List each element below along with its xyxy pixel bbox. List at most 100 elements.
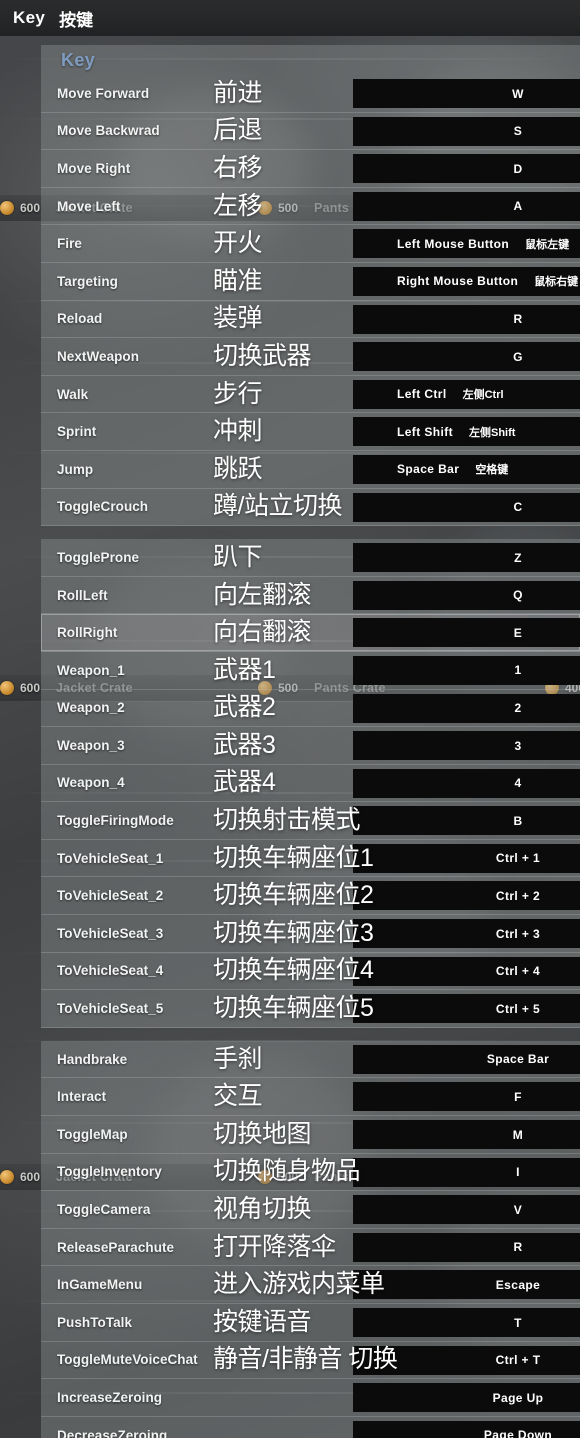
keybinding-row[interactable]: Interact 交互 F [41, 1078, 580, 1117]
key-binding-button[interactable]: T [353, 1308, 580, 1337]
keybinding-row[interactable]: ToggleMuteVoiceChat 静音/非静音 切换 Ctrl + T [41, 1341, 580, 1380]
key-binding-button[interactable]: 2 [353, 693, 580, 723]
key-label-en: Left Shift [397, 424, 453, 439]
keybinding-row[interactable]: ToggleCrouch 蹲/站立切换 C [41, 488, 580, 527]
action-name-cn: 武器1 [213, 655, 276, 684]
keybinding-row[interactable]: Jump 跳跃 Space Bar 空格键 [41, 450, 580, 489]
key-binding-button[interactable]: 1 [353, 655, 580, 685]
action-name-en: Interact [57, 1089, 107, 1105]
key-binding-button[interactable]: Z [353, 543, 580, 573]
action-name-cn: 武器4 [213, 768, 276, 797]
keybinding-row[interactable]: Move Backwrad 后退 S [41, 112, 580, 151]
key-binding-button[interactable]: 4 [353, 768, 580, 798]
action-name-cn: 静音/非静音 切换 [213, 1345, 398, 1374]
keybinding-row[interactable]: Weapon_4 武器4 4 [41, 764, 580, 803]
keybinding-row[interactable]: Weapon_1 武器1 1 [41, 651, 580, 690]
keybinding-row[interactable]: DecreaseZeroing Page Down [41, 1416, 580, 1438]
key-binding-button[interactable]: Ctrl + 2 [353, 881, 580, 911]
key-binding-button[interactable]: C [353, 492, 580, 522]
key-label-en: 2 [514, 701, 522, 715]
keybinding-row[interactable]: PushToTalk 按键语音 T [41, 1304, 580, 1342]
key-binding-button[interactable]: Q [353, 580, 580, 610]
key-binding-button[interactable]: Left Mouse Button 鼠标左键 [353, 229, 580, 259]
key-binding-button[interactable]: S [353, 116, 580, 146]
action-name-cn: 左移 [213, 191, 263, 220]
key-binding-button[interactable]: A [353, 191, 580, 221]
key-binding-button[interactable]: V [353, 1195, 580, 1225]
key-label-en: Z [514, 550, 522, 565]
key-binding-button[interactable]: E [353, 618, 580, 648]
keybinding-row[interactable]: ToggleCamera 视角切换 V [41, 1191, 580, 1229]
key-label-en: F [514, 1089, 522, 1104]
key-binding-button[interactable]: Space Bar 空格键 [353, 454, 580, 484]
key-binding-button[interactable]: Left Ctrl 左侧Ctrl [353, 379, 580, 409]
key-binding-button[interactable]: 3 [353, 731, 580, 761]
keybinding-row[interactable]: ToggleMap 切换地图 M [41, 1116, 580, 1154]
keybinding-row[interactable]: Move Left 左移 A [41, 187, 580, 226]
action-name-en: RollLeft [57, 587, 108, 603]
keybinding-row[interactable]: ReleaseParachute 打开降落伞 R [41, 1228, 580, 1267]
key-label-en: Space Bar [486, 1052, 550, 1067]
key-binding-button[interactable]: F [353, 1082, 580, 1112]
keybinding-row[interactable]: RollRight 向右翻滚 E [41, 614, 580, 652]
keybinding-row[interactable]: Weapon_2 武器2 2 [41, 689, 580, 728]
keybinding-row[interactable]: Targeting 瞄准 Right Mouse Button 鼠标右键 [41, 262, 580, 301]
keybinding-row[interactable]: Sprint 冲刺 Left Shift 左侧Shift [41, 413, 580, 451]
key-binding-button[interactable]: Ctrl + 3 [353, 919, 580, 949]
action-name-en: ToggleCrouch [57, 499, 149, 515]
key-binding-button[interactable]: Ctrl + 1 [353, 843, 580, 873]
keybinding-row[interactable]: RollLeft 向左翻滚 Q [41, 576, 580, 615]
action-name-en: Reload [57, 311, 103, 327]
section-header-label: Key [61, 49, 96, 70]
key-binding-button[interactable]: D [353, 154, 580, 184]
key-binding-button[interactable]: Ctrl + 4 [353, 956, 580, 986]
action-name-cn: 切换车辆座位1 [213, 843, 374, 872]
key-binding-button[interactable]: Right Mouse Button 鼠标右键 [353, 266, 580, 296]
key-binding-button[interactable]: Space Bar [353, 1044, 580, 1074]
key-binding-button[interactable]: W [353, 79, 580, 108]
keybinding-row[interactable]: ToggleInventory 切换随身物品 I [41, 1153, 580, 1192]
action-name-en: ToVehicleSeat_2 [57, 888, 164, 904]
action-name-cn: 武器3 [213, 730, 276, 759]
keybinding-row[interactable]: Reload 装弹 R [41, 300, 580, 339]
key-label-en: Right Mouse Button [397, 274, 519, 289]
key-label-cn: 鼠标右键 [534, 276, 579, 289]
key-binding-button[interactable]: M [353, 1120, 580, 1150]
keybinding-row[interactable]: ToVehicleSeat_1 切换车辆座位1 Ctrl + 1 [41, 839, 580, 878]
keybinding-row[interactable]: Handbrake 手刹 Space Bar [41, 1040, 580, 1079]
key-binding-button[interactable]: R [353, 1232, 580, 1262]
action-name-en: ReleaseParachute [57, 1239, 175, 1255]
keybinding-row[interactable]: Fire 开火 Left Mouse Button 鼠标左键 [41, 225, 580, 263]
keybinding-row[interactable]: IncreaseZeroing Page Up [41, 1379, 580, 1417]
key-binding-button[interactable]: R [353, 304, 580, 334]
keybinding-row[interactable]: Walk 步行 Left Ctrl 左侧Ctrl [41, 375, 580, 414]
keybinding-row[interactable]: ToggleFiringMode 切换射击模式 B [41, 802, 580, 840]
keybinding-row[interactable]: Move Forward 前进 W [41, 75, 580, 113]
keybinding-row[interactable]: Move Right 右移 D [41, 150, 580, 188]
keybinding-row[interactable]: NextWeapon 切换武器 G [41, 338, 580, 376]
action-name-en: ToVehicleSeat_5 [57, 1001, 164, 1017]
key-binding-button[interactable]: B [353, 806, 580, 836]
keybinding-row[interactable]: InGameMenu 进入游戏内菜单 Escape [41, 1266, 580, 1304]
action-name-en: Weapon_1 [57, 662, 125, 678]
action-name-cn: 切换随身物品 [213, 1157, 361, 1186]
keybinding-row[interactable]: Weapon_3 武器3 3 [41, 727, 580, 765]
keybinding-row[interactable]: ToggleProne 趴下 Z [41, 539, 580, 577]
action-name-cn: 视角切换 [213, 1195, 312, 1224]
action-name-en: ToggleProne [57, 549, 140, 565]
keybinding-row[interactable]: ToVehicleSeat_3 切换车辆座位3 Ctrl + 3 [41, 915, 580, 953]
action-name-en: IncreaseZeroing [57, 1389, 163, 1405]
action-name-en: PushToTalk [57, 1314, 133, 1330]
key-binding-button[interactable]: Ctrl + 5 [353, 994, 580, 1024]
keybinding-row[interactable]: ToVehicleSeat_5 切换车辆座位5 Ctrl + 5 [41, 990, 580, 1028]
key-binding-button[interactable]: G [353, 342, 580, 372]
key-binding-button[interactable]: I [353, 1157, 580, 1187]
key-binding-button[interactable]: Page Down [353, 1420, 580, 1438]
key-binding-button[interactable]: Page Up [353, 1383, 580, 1413]
key-label-en: Ctrl + 1 [495, 851, 541, 866]
key-binding-button[interactable]: Escape [353, 1270, 580, 1300]
key-binding-button[interactable]: Left Shift 左侧Shift [353, 417, 580, 447]
keybinding-row[interactable]: ToVehicleSeat_4 切换车辆座位4 Ctrl + 4 [41, 952, 580, 991]
action-name-cn: 右移 [213, 153, 263, 182]
keybinding-row[interactable]: ToVehicleSeat_2 切换车辆座位2 Ctrl + 2 [41, 877, 580, 916]
